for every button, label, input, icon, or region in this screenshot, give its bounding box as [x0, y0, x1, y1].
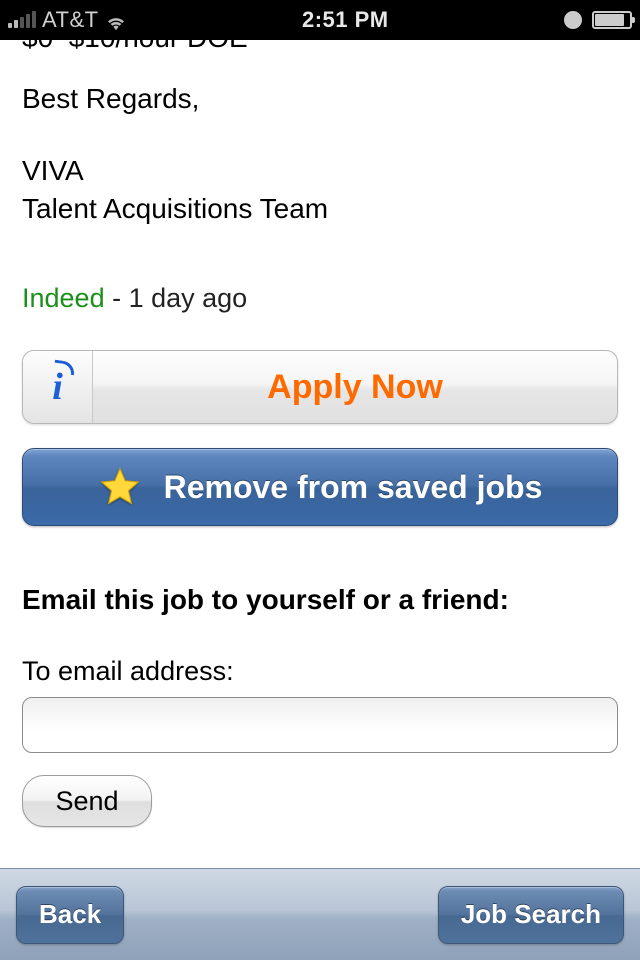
email-section-heading: Email this job to yourself or a friend: — [22, 584, 618, 616]
battery-icon — [592, 11, 632, 29]
alarm-icon — [564, 11, 582, 29]
apply-now-button[interactable]: i Apply Now — [22, 350, 618, 424]
team-name: Talent Acquisitions Team — [22, 190, 618, 228]
info-icon[interactable]: i — [23, 351, 93, 423]
send-button[interactable]: Send — [22, 775, 152, 827]
email-field-label: To email address: — [22, 656, 618, 687]
job-search-button[interactable]: Job Search — [438, 886, 624, 944]
email-field[interactable] — [22, 697, 618, 753]
source-age: 1 day ago — [129, 283, 248, 313]
carrier-label: AT&T — [42, 7, 99, 33]
status-bar: AT&T 2:51 PM — [0, 0, 640, 40]
closing-line: Best Regards, — [22, 80, 618, 118]
status-left: AT&T — [8, 7, 127, 33]
signature-block: VIVA Talent Acquisitions Team — [22, 152, 618, 228]
wifi-icon — [105, 12, 127, 28]
truncated-prev-line: $0 $10/hour DOE — [22, 40, 618, 54]
company-name: VIVA — [22, 152, 618, 190]
status-time: 2:51 PM — [127, 7, 564, 33]
remove-label: Remove from saved jobs — [164, 469, 543, 506]
back-button[interactable]: Back — [16, 886, 124, 944]
job-source-line: Indeed - 1 day ago — [22, 283, 618, 314]
source-name: Indeed — [22, 283, 105, 313]
job-detail-content: $0 $10/hour DOE Best Regards, VIVA Talen… — [0, 40, 640, 868]
footer-toolbar: Back Job Search — [0, 868, 640, 960]
star-icon — [98, 465, 142, 509]
status-right — [564, 11, 632, 29]
source-separator: - — [105, 283, 129, 313]
apply-now-label: Apply Now — [93, 368, 617, 407]
signal-strength-icon — [8, 12, 36, 28]
remove-from-saved-button[interactable]: Remove from saved jobs — [22, 448, 618, 526]
